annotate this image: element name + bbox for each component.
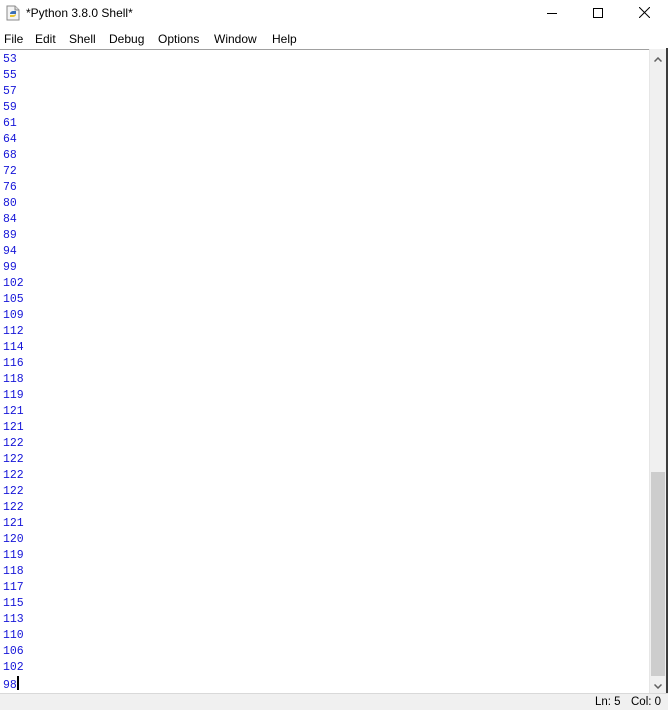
menu-bar: File Edit Shell Debug Options Window Hel… <box>0 28 668 49</box>
shell-output-line: 114 <box>3 341 24 354</box>
text-cursor <box>16 676 19 690</box>
shell-output-line: 106 <box>3 645 24 658</box>
line-number: Ln: 5 <box>595 696 621 708</box>
shell-output-line: 89 <box>3 229 17 242</box>
shell-output-line: 118 <box>3 373 24 386</box>
shell-output-line: 94 <box>3 245 17 258</box>
menu-edit[interactable]: Edit <box>35 32 56 46</box>
shell-output-line: 109 <box>3 309 24 322</box>
minimize-button[interactable] <box>529 0 575 28</box>
shell-output-line: 72 <box>3 165 17 178</box>
close-button[interactable] <box>621 0 667 28</box>
status-bar: Ln: 5 Col: 0 <box>0 693 668 710</box>
shell-output-line: 115 <box>3 597 24 610</box>
shell-output-line: 110 <box>3 629 24 642</box>
shell-output-line: 76 <box>3 181 17 194</box>
shell-output-line: 120 <box>3 533 24 546</box>
shell-text-area[interactable]: 53 55 57 59 61 64 68 72 76 80 84 89 94 99 102 105 109 112… <box>0 50 649 693</box>
shell-output-line: 119 <box>3 389 24 402</box>
maximize-button[interactable] <box>575 0 621 28</box>
shell-output-line: 112 <box>3 325 24 338</box>
shell-output-line: 105 <box>3 293 24 306</box>
maximize-icon <box>593 5 603 23</box>
shell-output-line: 98 <box>3 676 19 692</box>
shell-output-line: 122 <box>3 485 24 498</box>
menu-debug[interactable]: Debug <box>109 32 144 46</box>
shell-output-line: 102 <box>3 661 24 674</box>
shell-output-line: 121 <box>3 517 24 530</box>
column-number: Col: 0 <box>631 696 662 708</box>
shell-output-line: 119 <box>3 549 24 562</box>
shell-output-line: 113 <box>3 613 24 626</box>
menu-options[interactable]: Options <box>158 32 199 46</box>
shell-output-line: 61 <box>3 117 17 130</box>
shell-output-line: 116 <box>3 357 24 370</box>
minimize-icon <box>547 5 557 23</box>
python-idle-icon <box>5 5 21 21</box>
shell-output-line: 80 <box>3 197 17 210</box>
close-icon <box>638 5 650 23</box>
chevron-up-icon <box>653 49 663 67</box>
menu-help[interactable]: Help <box>272 32 297 46</box>
shell-output-line: 59 <box>3 101 17 114</box>
shell-output-line: 99 <box>3 261 17 274</box>
chevron-down-icon <box>653 676 663 694</box>
scroll-up-button[interactable] <box>650 49 666 66</box>
window-title: *Python 3.8.0 Shell* <box>26 6 133 20</box>
shell-output-line: 122 <box>3 437 24 450</box>
shell-output-line: 121 <box>3 421 24 434</box>
shell-output-line: 68 <box>3 149 17 162</box>
shell-output-line: 53 <box>3 53 17 66</box>
menu-window[interactable]: Window <box>214 32 257 46</box>
shell-output-line: 122 <box>3 501 24 514</box>
menu-shell[interactable]: Shell <box>69 32 96 46</box>
scroll-down-button[interactable] <box>650 676 666 693</box>
shell-output-line: 55 <box>3 69 17 82</box>
title-bar: *Python 3.8.0 Shell* <box>0 0 668 28</box>
shell-output-line: 118 <box>3 565 24 578</box>
shell-output-line: 57 <box>3 85 17 98</box>
scroll-thumb[interactable] <box>651 472 665 676</box>
menu-file[interactable]: File <box>4 32 23 46</box>
shell-output-line: 122 <box>3 469 24 482</box>
shell-output-line: 122 <box>3 453 24 466</box>
vertical-scrollbar[interactable] <box>649 49 666 693</box>
shell-output-line: 64 <box>3 133 17 146</box>
shell-output-line: 117 <box>3 581 24 594</box>
shell-output-line: 84 <box>3 213 17 226</box>
shell-output-line: 102 <box>3 277 24 290</box>
shell-output-line: 121 <box>3 405 24 418</box>
